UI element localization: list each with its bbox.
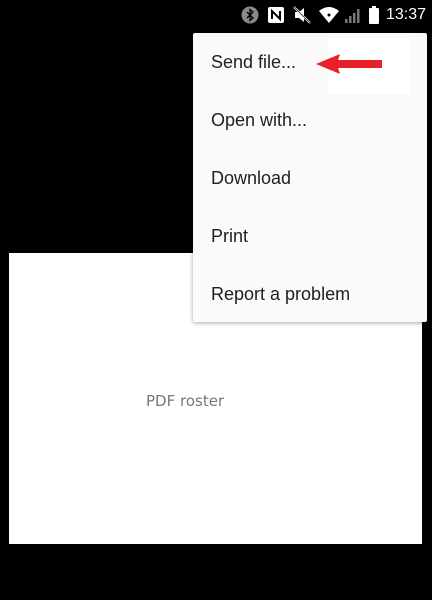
menu-item-open-with[interactable]: Open with... bbox=[193, 91, 427, 149]
nfc-icon bbox=[266, 5, 286, 25]
menu-item-report-problem[interactable]: Report a problem bbox=[193, 265, 427, 323]
status-time: 13:37 bbox=[385, 6, 426, 23]
status-bar: 13:37 bbox=[0, 0, 432, 32]
muted-icon bbox=[292, 5, 314, 25]
menu-item-download[interactable]: Download bbox=[193, 149, 427, 207]
signal-icon bbox=[343, 5, 363, 25]
menu-item-print[interactable]: Print bbox=[193, 207, 427, 265]
bluetooth-icon bbox=[240, 5, 260, 25]
preview-label: PDF roster bbox=[146, 392, 225, 410]
annotation-arrow-icon bbox=[316, 54, 382, 74]
battery-icon bbox=[368, 5, 380, 25]
wifi-icon bbox=[318, 5, 340, 25]
